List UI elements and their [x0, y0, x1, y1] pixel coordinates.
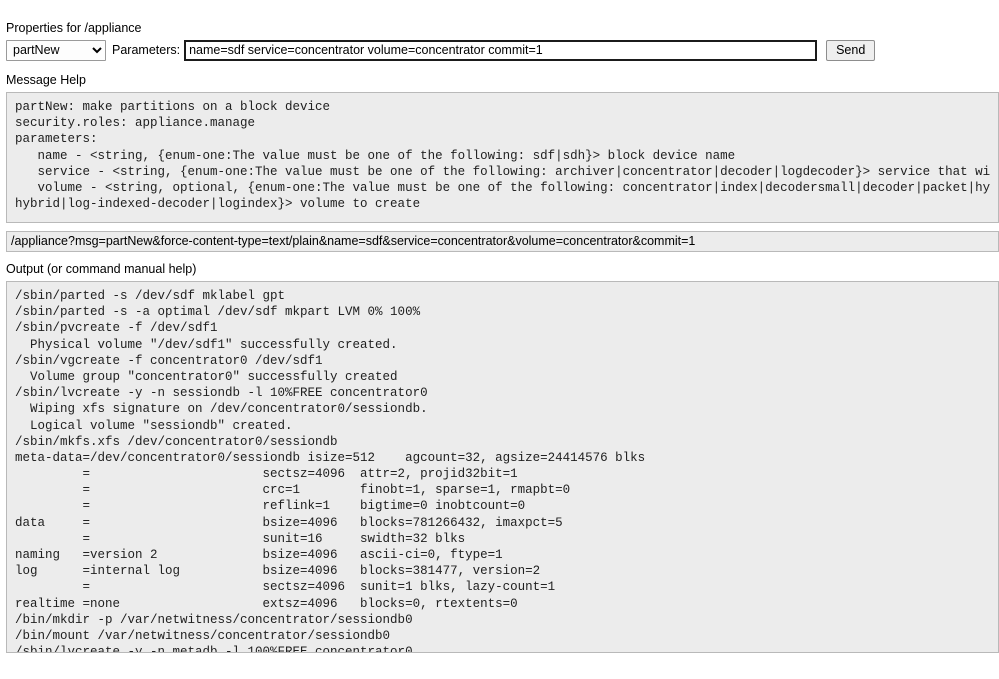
output-line: /sbin/pvcreate -f /dev/sdf1	[15, 321, 218, 336]
page-title: Properties for /appliance	[6, 21, 142, 35]
output-line: /sbin/lvcreate -y -n sessiondb -l 10%FRE…	[15, 386, 428, 401]
output-line: parameters:	[15, 132, 98, 147]
send-button[interactable]: Send	[826, 39, 876, 61]
output-line: Physical volume "/dev/sdf1" successfully…	[15, 337, 398, 352]
output-line: volume - <string, optional, {enum-one:Th…	[15, 180, 991, 195]
output-line: security.roles: appliance.manage	[15, 116, 256, 131]
request-url-strip[interactable]: /appliance?msg=partNew&force-content-typ…	[6, 231, 999, 252]
output-line: name - <string, {enum-one:The value must…	[15, 148, 736, 163]
output-line: /sbin/vgcreate -f concentrator0 /dev/sdf…	[15, 353, 323, 368]
message-help-pane: partNew: make partitions on a block devi…	[6, 92, 999, 223]
output-line: = reflink=1 bigtime=0 inobtcount=0	[15, 499, 526, 514]
output-line: /sbin/lvcreate -y -n metadb -l 100%FREE …	[15, 645, 413, 653]
output-line: service - <string, {enum-one:The value m…	[15, 164, 991, 179]
command-control-row: partNew Parameters: Send	[6, 39, 999, 61]
output-pane: /sbin/parted -s /dev/sdf mklabel gpt/sbi…	[6, 281, 999, 653]
output-line: /bin/mount /var/netwitness/concentrator/…	[15, 628, 391, 643]
output-line: log =internal log bsize=4096 blocks=3814…	[15, 564, 541, 579]
parameters-label: Parameters:	[112, 43, 181, 57]
output-line: = sunit=16 swidth=32 blks	[15, 531, 466, 546]
output-line: /sbin/mkfs.xfs /dev/concentrator0/sessio…	[15, 434, 338, 449]
output-line: Logical volume "sessiondb" created.	[15, 418, 293, 433]
output-line: realtime =none extsz=4096 blocks=0, rtex…	[15, 596, 518, 611]
output-line: Wiping xfs signature on /dev/concentrato…	[15, 402, 428, 417]
output-line: = sectsz=4096 attr=2, projid32bit=1	[15, 467, 518, 482]
output-line: /sbin/parted -s -a optimal /dev/sdf mkpa…	[15, 305, 421, 320]
output-line: data = bsize=4096 blocks=781266432, imax…	[15, 515, 563, 530]
output-line: partNew: make partitions on a block devi…	[15, 100, 331, 114]
output-title: Output (or command manual help)	[6, 262, 197, 276]
output-line: naming =version 2 bsize=4096 ascii-ci=0,…	[15, 548, 503, 562]
output-line: /sbin/parted -s /dev/sdf mklabel gpt	[15, 289, 286, 303]
output-line: = crc=1 finobt=1, sparse=1, rmapbt=0	[15, 483, 571, 498]
appliance-properties-page: Properties for /appliance partNew Parame…	[0, 0, 999, 679]
output-line: hybrid|log-indexed-decoder|logindex}> vo…	[15, 197, 421, 212]
message-select[interactable]: partNew	[6, 39, 106, 61]
parameters-input[interactable]	[184, 39, 818, 61]
output-line: meta-data=/dev/concentrator0/sessiondb i…	[15, 450, 646, 465]
output-line: = sectsz=4096 sunit=1 blks, lazy-count=1	[15, 580, 556, 595]
message-help-title: Message Help	[6, 73, 86, 87]
output-line: Volume group "concentrator0" successfull…	[15, 369, 398, 384]
output-line: /bin/mkdir -p /var/netwitness/concentrat…	[15, 612, 413, 627]
